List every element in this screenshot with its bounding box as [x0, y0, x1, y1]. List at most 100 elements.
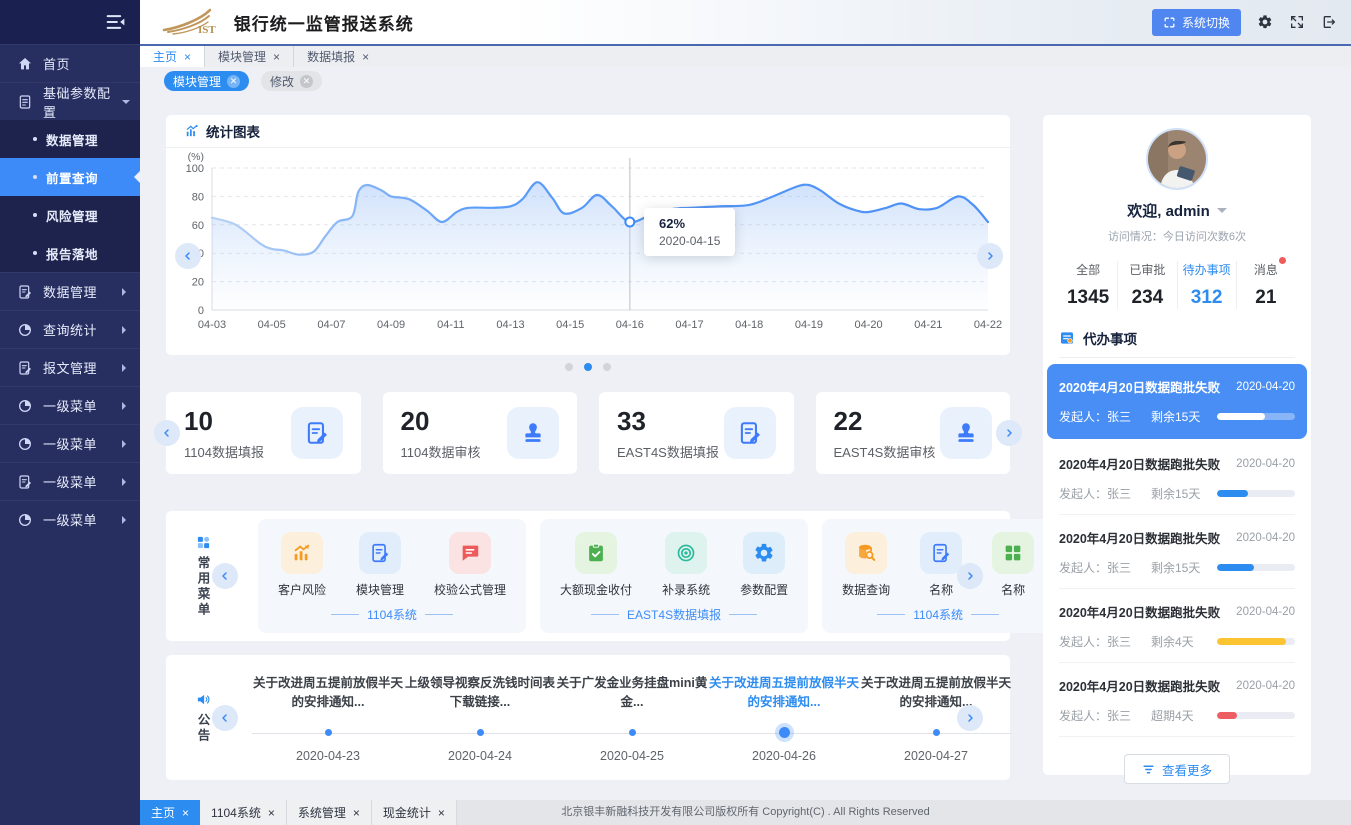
breadcrumb-chip-0[interactable]: 模块管理✕ [164, 71, 249, 91]
chart-prev-arrow[interactable] [175, 243, 201, 269]
chart-next-arrow[interactable] [977, 243, 1003, 269]
user-dropdown-caret-icon[interactable] [1217, 208, 1227, 218]
footer-bar: 主页×1104系统×系统管理×现金统计× 北京银丰新融科技开发有限公司版权所有 … [140, 800, 1351, 825]
user-avatar[interactable] [1146, 128, 1208, 190]
footer-tab-close-icon[interactable]: × [438, 806, 445, 820]
area-chart: 020406080100(%)04-0304-0504-0704-0904-11… [166, 152, 1010, 352]
announcement-title: 关于改进周五提前放假半天的安排通知... [708, 673, 860, 713]
todo-item-3[interactable]: 2020年4月20日数据跑批失败2020-04-20发起人：张三剩余4天 [1059, 589, 1295, 663]
gear-icon-box [743, 532, 785, 574]
quick-next-arrow[interactable] [957, 563, 983, 589]
user-stat-3[interactable]: 消息21 [1236, 261, 1295, 309]
doc-edit-icon [17, 474, 33, 490]
quick-item-2-0[interactable]: 数据查询 [842, 532, 890, 598]
tab-close-icon[interactable]: × [184, 50, 191, 64]
footer-tab-2[interactable]: 系统管理× [287, 800, 372, 825]
tab-0[interactable]: 主页× [140, 46, 204, 67]
stat-card-3[interactable]: 22EAST4S数据审核 [816, 392, 1011, 474]
quick-item-0-2[interactable]: 校验公式管理 [434, 532, 506, 598]
chip-close-icon[interactable]: ✕ [227, 75, 240, 88]
announcement-item-3[interactable]: 关于改进周五提前放假半天的安排通知...2020-04-26 [708, 673, 860, 763]
logout-icon[interactable] [1321, 14, 1337, 30]
stats-next-arrow[interactable] [996, 420, 1022, 446]
todo-item-0[interactable]: 2020年4月20日数据跑批失败2020-04-20发起人：张三剩余15天 [1047, 364, 1307, 439]
user-stat-2[interactable]: 待办事项312 [1177, 261, 1236, 309]
system-switch-button[interactable]: 系统切换 [1152, 9, 1241, 36]
pagination-dot-2[interactable] [603, 363, 611, 371]
sidebar-subitem-label: 前置查询 [46, 168, 98, 187]
sidebar-item-6[interactable]: 一级菜单 [0, 424, 140, 462]
footer-tab-0[interactable]: 主页× [140, 800, 200, 825]
todo-item-date: 2020-04-20 [1236, 680, 1295, 692]
quick-item-0-1[interactable]: 模块管理 [356, 532, 404, 598]
sidebar-subitem-0[interactable]: 数据管理 [0, 120, 140, 158]
quick-item-1-1[interactable]: 补录系统 [662, 532, 710, 598]
tab-1[interactable]: 模块管理× [204, 46, 293, 67]
user-stat-0[interactable]: 全部1345 [1059, 261, 1117, 309]
comment-icon [459, 542, 481, 564]
sidebar-subitem-2[interactable]: 风险管理 [0, 196, 140, 234]
footer-tab-close-icon[interactable]: × [182, 806, 189, 820]
quick-prev-arrow[interactable] [212, 563, 238, 589]
user-stat-1[interactable]: 已审批234 [1117, 261, 1176, 309]
tab-close-icon[interactable]: × [362, 50, 369, 64]
sidebar-item-0[interactable]: 首页 [0, 44, 140, 82]
quick-item-1-0[interactable]: 大额现金收付 [560, 532, 632, 598]
speaker-icon [196, 692, 211, 707]
announcements-card: 公告 关于改进周五提前放假半天的安排通知...2020-04-23上级领导视察反… [166, 655, 1010, 780]
todo-progress-bar [1217, 712, 1295, 719]
announcement-item-0[interactable]: 关于改进周五提前放假半天的安排通知...2020-04-23 [252, 673, 404, 763]
sidebar-item-7[interactable]: 一级菜单 [0, 462, 140, 500]
quick-item-0-0[interactable]: 客户风险 [278, 532, 326, 598]
quick-menu-title: 常用菜单 [194, 556, 213, 618]
quick-item-1-2[interactable]: 参数配置 [740, 532, 788, 598]
todo-item-date: 2020-04-20 [1236, 532, 1295, 544]
todo-item-4[interactable]: 2020年4月20日数据跑批失败2020-04-20发起人：张三超期4天 [1059, 663, 1295, 737]
todo-item-2[interactable]: 2020年4月20日数据跑批失败2020-04-20发起人：张三剩余15天 [1059, 515, 1295, 589]
footer-tab-close-icon[interactable]: × [353, 806, 360, 820]
quick-item-2-2[interactable]: 名称 [992, 532, 1034, 598]
breadcrumb-chip-1[interactable]: 修改✕ [261, 71, 322, 91]
stat-card-1[interactable]: 201104数据审核 [383, 392, 578, 474]
sidebar-item-2[interactable]: 数据管理 [0, 272, 140, 310]
footer-tab-label: 1104系统 [211, 804, 261, 821]
target-icon [675, 542, 697, 564]
announcement-item-2[interactable]: 关于广发金业务挂盘mini黄金...2020-04-25 [556, 673, 708, 763]
view-more-button[interactable]: 查看更多 [1124, 754, 1230, 784]
chart-icon [185, 124, 199, 138]
stat-card-0[interactable]: 101104数据填报 [166, 392, 361, 474]
stat-card-2[interactable]: 33EAST4S数据填报 [599, 392, 794, 474]
svg-text:60: 60 [192, 220, 204, 232]
chip-close-icon[interactable]: ✕ [300, 75, 313, 88]
sidebar-item-1[interactable]: 基础参数配置 [0, 82, 140, 120]
sidebar-item-label: 一级菜单 [43, 396, 120, 415]
announce-prev-arrow[interactable] [212, 705, 238, 731]
collapse-menu-icon[interactable] [106, 13, 126, 31]
footer-tab-1[interactable]: 1104系统 × [200, 800, 287, 825]
chart-pagination-dots [166, 363, 1010, 371]
settings-gear-icon[interactable] [1257, 14, 1273, 30]
tab-close-icon[interactable]: × [273, 50, 280, 64]
quick-group-system-label: 1104系统 [331, 606, 453, 623]
visit-info: 访问情况：今日访问次数6次 [1059, 228, 1295, 244]
sidebar-item-5[interactable]: 一级菜单 [0, 386, 140, 424]
edit-doc-icon [737, 420, 763, 446]
todo-item-1[interactable]: 2020年4月20日数据跑批失败2020-04-20发起人：张三剩余15天 [1059, 441, 1295, 515]
announcement-item-1[interactable]: 上级领导视察反洗钱时间表下载链接...2020-04-24 [404, 673, 556, 763]
stats-prev-arrow[interactable] [154, 420, 180, 446]
pagination-dot-0[interactable] [565, 363, 573, 371]
sidebar-item-4[interactable]: 报文管理 [0, 348, 140, 386]
sidebar-item-3[interactable]: 查询统计 [0, 310, 140, 348]
tab-2[interactable]: 数据填报× [293, 46, 382, 67]
footer-tab-close-icon[interactable]: × [268, 806, 275, 820]
sidebar-subitem-3[interactable]: 报告落地 [0, 234, 140, 272]
footer-tab-3[interactable]: 现金统计× [372, 800, 457, 825]
fullscreen-icon[interactable] [1289, 14, 1305, 30]
quick-item-2-1[interactable]: 名称 [920, 532, 962, 598]
bullet-icon [33, 137, 37, 141]
announcement-item-4[interactable]: 关于改进周五提前放假半天的安排通知...2020-04-27 [860, 673, 1012, 763]
sidebar-subitem-1[interactable]: 前置查询 [0, 158, 140, 196]
pagination-dot-1[interactable] [584, 363, 592, 371]
announce-next-arrow[interactable] [957, 705, 983, 731]
sidebar-item-8[interactable]: 一级菜单 [0, 500, 140, 538]
